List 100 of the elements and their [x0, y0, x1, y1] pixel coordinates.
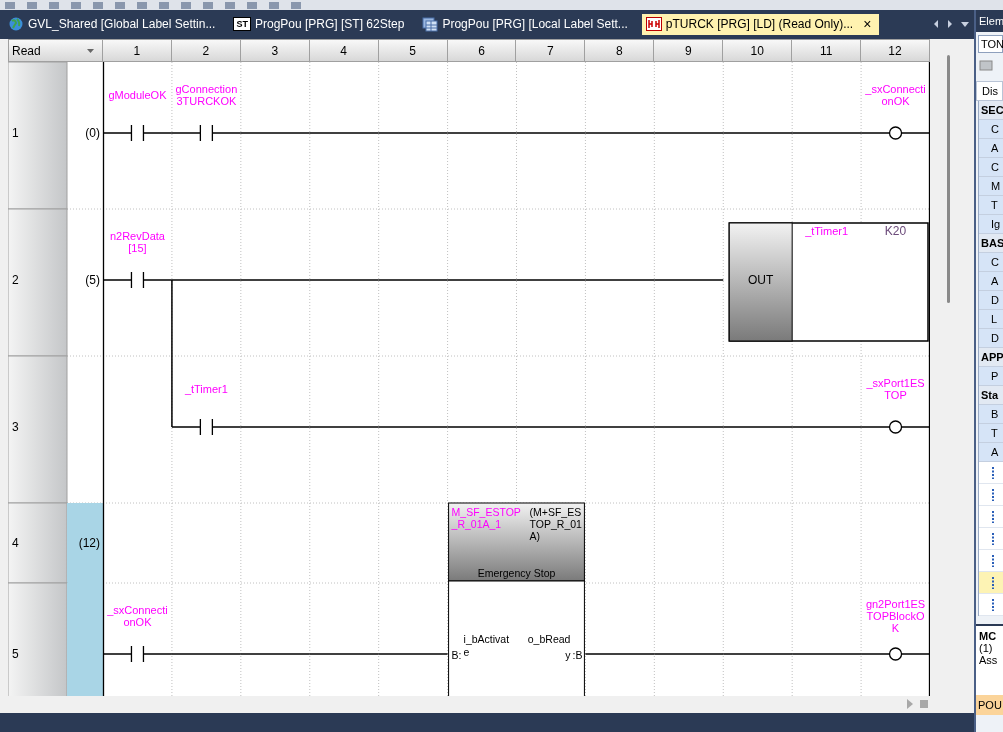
column-header: 8: [585, 39, 655, 62]
element-row[interactable]: Ig: [979, 215, 1003, 234]
toolbar-icon[interactable]: [202, 2, 214, 10]
column-header: 4: [309, 39, 379, 62]
element-icon: [991, 509, 997, 524]
category-row[interactable]: SEC: [979, 101, 1003, 120]
contact-symbol: [102, 271, 173, 289]
toolbar-icon[interactable]: [136, 2, 148, 10]
tool-icon[interactable]: [979, 59, 993, 71]
detail-text: (1): [979, 642, 994, 654]
column-header: 2: [171, 39, 241, 62]
element-row[interactable]: A: [979, 139, 1003, 158]
globe-icon: [8, 16, 24, 32]
row-number: 3: [12, 420, 19, 434]
output-pin-name: o_bRead: [527, 633, 571, 645]
block-type: (M+SF_ES: [529, 506, 582, 518]
category-row[interactable]: APP: [979, 348, 1003, 367]
element-row[interactable]: B: [979, 405, 1003, 424]
element-row[interactable]: A: [979, 443, 1003, 462]
panel-title: Elem: [976, 10, 1003, 32]
instance-name: M_SF_ESTOP: [451, 506, 521, 518]
toolbar-icon[interactable]: [268, 2, 280, 10]
element-row[interactable]: M: [979, 177, 1003, 196]
contact-label: n2RevData: [109, 230, 165, 242]
column-header: 6: [447, 39, 517, 62]
coil-symbol: [860, 420, 930, 434]
toolbar-icon[interactable]: [92, 2, 104, 10]
operand-label: _tTimer1: [805, 225, 849, 237]
coil-label: onOK: [881, 95, 910, 107]
element-row[interactable]: D: [979, 291, 1003, 310]
element-row[interactable]: P: [979, 367, 1003, 386]
toolbar-icon[interactable]: [290, 2, 302, 10]
element-row[interactable]: T: [979, 196, 1003, 215]
element-row[interactable]: T: [979, 424, 1003, 443]
row-number: 4: [12, 536, 19, 550]
step-number: (5): [85, 273, 100, 287]
coil-label: K: [891, 622, 900, 634]
document-tab[interactable]: GVL_Shared [Global Label Settin...: [4, 13, 226, 35]
st-icon: ST: [233, 17, 251, 31]
element-icon: [991, 465, 997, 480]
coil-symbol: [860, 126, 930, 140]
toolbar-icon[interactable]: [158, 2, 170, 10]
element-row[interactable]: C: [979, 253, 1003, 272]
toolbar-icon[interactable]: [48, 2, 60, 10]
toolbar-icon[interactable]: [4, 2, 16, 10]
pin-type: :B: [572, 649, 583, 661]
coil-label: gn2Port1ES: [865, 598, 926, 610]
element-row[interactable]: C: [979, 158, 1003, 177]
column-header: 11: [792, 39, 862, 62]
pin-type: B:: [451, 649, 462, 661]
toolbar-icon[interactable]: [70, 2, 82, 10]
element-icon: [991, 597, 997, 612]
toolbar-icon[interactable]: [180, 2, 192, 10]
category-row[interactable]: BAS: [979, 234, 1003, 253]
coil-label: _sxPort1ES: [866, 377, 925, 389]
category-row[interactable]: Sta: [979, 386, 1003, 405]
column-header: 9: [654, 39, 724, 62]
row-number: 1: [12, 126, 19, 140]
tab-label: ProgPou [PRG] [Local Label Sett...: [442, 17, 629, 31]
step-number: (0): [85, 126, 100, 140]
scroll-right-icon[interactable]: [946, 19, 954, 29]
element-row[interactable]: L: [979, 310, 1003, 329]
tab-label: GVL_Shared [Global Label Settin...: [28, 17, 217, 31]
coil-label: TOPBlockO: [866, 610, 925, 622]
tab-label: ProgPou [PRG] [ST] 62Step: [254, 17, 406, 31]
dropdown-icon[interactable]: [960, 19, 970, 29]
element-icon: [991, 531, 997, 546]
element-row[interactable]: A: [979, 272, 1003, 291]
instance-name: _R_01A_1: [451, 518, 502, 530]
contact-symbol: [171, 418, 242, 436]
toolbar-icon[interactable]: [246, 2, 258, 10]
scroll-left-icon[interactable]: [932, 19, 940, 29]
search-field[interactable]: TON: [978, 35, 1003, 53]
column-header: 12: [861, 39, 930, 62]
contact-label: onOK: [123, 616, 152, 628]
close-button[interactable]: ×: [861, 16, 874, 32]
mode-dropdown[interactable]: Read: [8, 39, 103, 62]
block-type: TOP_R_01: [529, 518, 582, 530]
document-tab[interactable]: pTURCK [PRG] [LD] (Read Only)... ×: [641, 13, 880, 35]
coil-label: TOP: [884, 389, 907, 401]
contact-symbol: [102, 124, 173, 142]
document-tab[interactable]: ProgPou [PRG] [Local Label Sett...: [418, 13, 638, 35]
input-pin-name: e: [463, 646, 470, 658]
toolbar-icon[interactable]: [224, 2, 236, 10]
element-row[interactable]: C: [979, 120, 1003, 139]
toolbar-icon[interactable]: [26, 2, 38, 10]
toolbar-icon[interactable]: [114, 2, 126, 10]
element-icon: [991, 553, 997, 568]
element-row[interactable]: [979, 572, 1003, 594]
panel-tab[interactable]: POU: [976, 695, 1003, 715]
tab-label: pTURCK [PRG] [LD] (Read Only)...: [665, 17, 855, 31]
document-tab[interactable]: ST ProgPou [PRG] [ST] 62Step: [229, 13, 415, 35]
caret-icon: [87, 48, 94, 53]
column-header: 3: [240, 39, 310, 62]
element-row[interactable]: D: [979, 329, 1003, 348]
constant-value: K20: [884, 224, 907, 238]
panel-tab[interactable]: Dis: [976, 81, 1003, 101]
column-header: 1: [103, 39, 172, 62]
column-header: 7: [516, 39, 586, 62]
contact-label: [15]: [128, 242, 147, 254]
